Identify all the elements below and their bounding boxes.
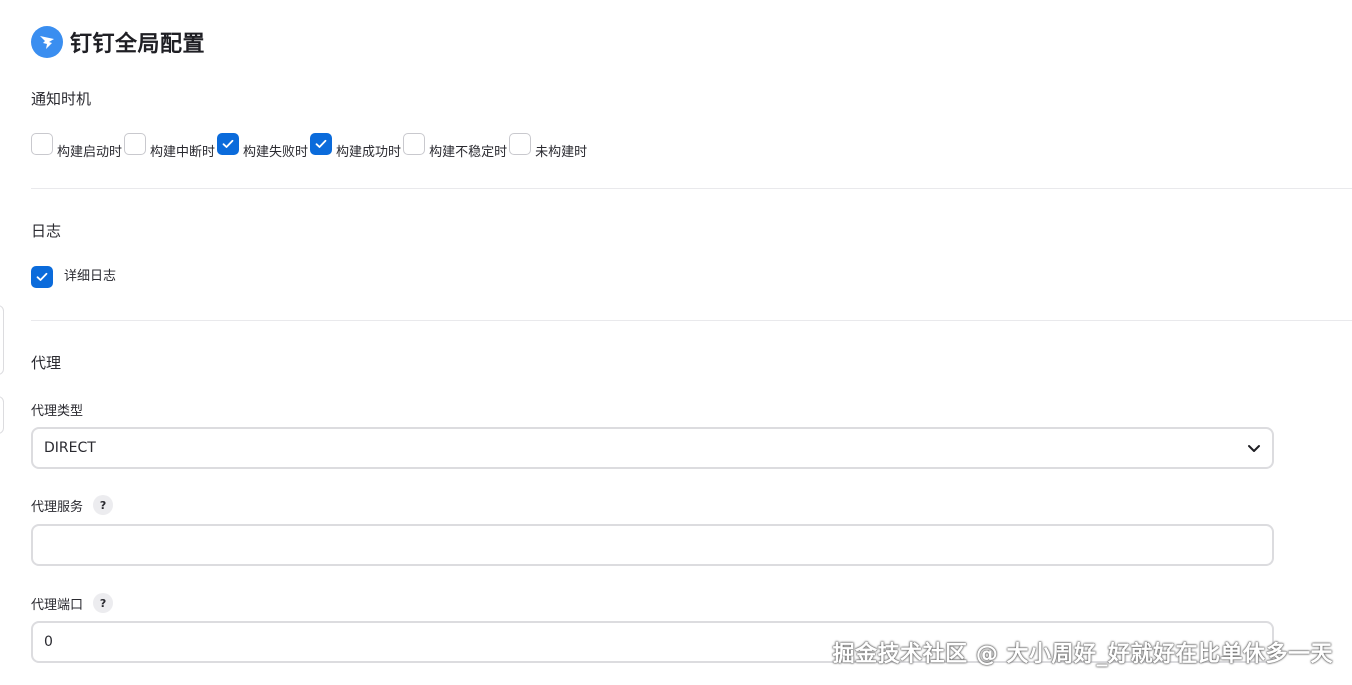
checkbox[interactable] (509, 133, 532, 155)
checkbox-label: 构建中断时 (150, 145, 216, 160)
notify-option-failure[interactable]: 构建失败时 (217, 133, 308, 160)
select-value: DIRECT (44, 440, 96, 456)
proxy-type-label: 代理类型 (31, 400, 83, 419)
checkbox-checked[interactable] (217, 133, 240, 155)
checkbox-label: 详细日志 (64, 269, 117, 284)
notify-options: 构建启动时 构建中断时 构建失败时 构建成功时 构建不稳定时 未构建时 (31, 133, 589, 160)
checkbox[interactable] (124, 133, 147, 155)
page-header: 钉钉全局配置 (31, 26, 205, 58)
checkmark-icon (315, 139, 327, 148)
verbose-log-option[interactable]: 详细日志 (31, 266, 116, 288)
field-label-text: 代理端口 (31, 597, 84, 613)
proxy-server-label: 代理服务 ? (31, 495, 114, 515)
section-divider (31, 188, 1352, 189)
help-icon[interactable]: ? (93, 593, 114, 613)
page-title: 钉钉全局配置 (70, 32, 206, 57)
watermark-text: 掘金技术社区 @ 大小周好_好就好在比单休多一天 (832, 642, 1333, 667)
help-icon[interactable]: ? (93, 495, 114, 515)
checkbox-checked[interactable] (310, 133, 333, 155)
dingtalk-global-config-page: 钉钉全局配置 通知时机 构建启动时 构建中断时 构建失败时 构建成功时 构建不稳… (0, 0, 1352, 685)
checkmark-icon (222, 139, 234, 148)
checkbox[interactable] (31, 133, 53, 155)
field-label-text: 代理服务 (31, 499, 84, 515)
checkmark-icon (36, 272, 48, 281)
notify-option-success[interactable]: 构建成功时 (310, 133, 401, 160)
notify-section-title: 通知时机 (31, 90, 92, 108)
checkbox-label: 未构建时 (535, 145, 588, 160)
proxy-section-title: 代理 (31, 354, 62, 372)
notify-option-not-built[interactable]: 未构建时 (509, 133, 587, 160)
checkbox-label: 构建成功时 (336, 145, 402, 160)
side-panel-handle[interactable] (0, 305, 4, 375)
input-value: 0 (44, 634, 53, 650)
notify-option-abort[interactable]: 构建中断时 (124, 133, 215, 160)
notify-option-start[interactable]: 构建启动时 (31, 133, 122, 160)
field-label-text: 代理类型 (31, 404, 84, 419)
log-section-title: 日志 (31, 222, 62, 240)
proxy-type-select[interactable]: DIRECT (31, 427, 1274, 469)
checkbox-label: 构建启动时 (57, 145, 123, 160)
proxy-port-label: 代理端口 ? (31, 593, 114, 613)
notify-option-unstable[interactable]: 构建不稳定时 (403, 133, 507, 160)
dingtalk-logo-icon (31, 26, 63, 58)
section-divider (31, 320, 1352, 321)
checkbox-label: 构建失败时 (243, 145, 309, 160)
side-panel-handle-secondary[interactable] (0, 396, 4, 434)
checkbox-label: 构建不稳定时 (429, 145, 508, 160)
checkbox-checked[interactable] (31, 266, 53, 288)
checkbox[interactable] (403, 133, 426, 155)
proxy-server-input[interactable] (31, 524, 1274, 566)
chevron-down-icon (1248, 445, 1260, 452)
